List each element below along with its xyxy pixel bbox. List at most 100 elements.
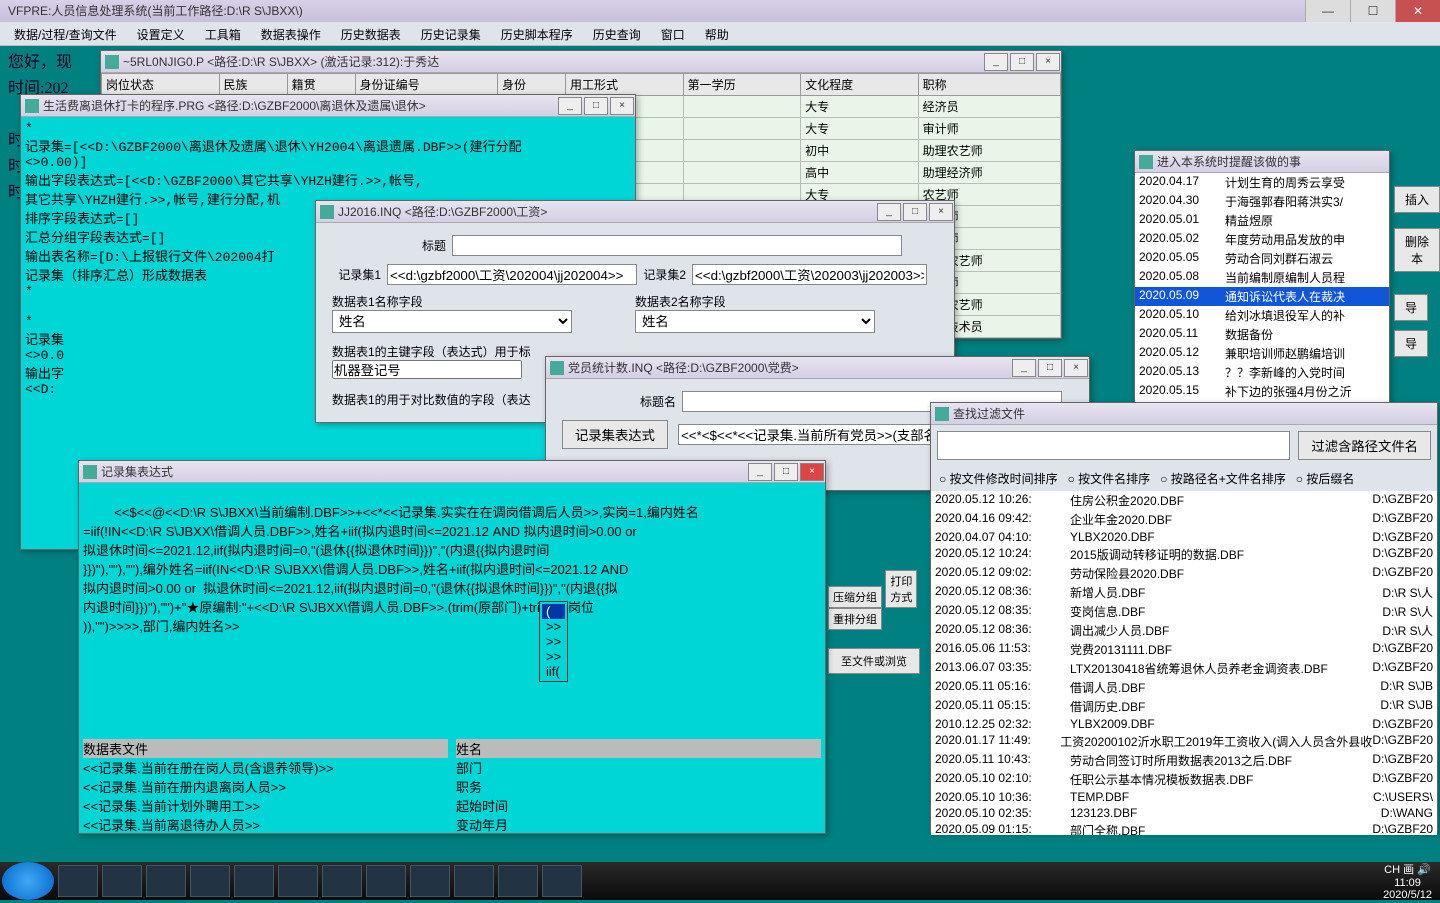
file-row[interactable]: 2020.05.11 05:15:借调历史.DBFD:\R S\JB <box>931 697 1437 716</box>
menu-item[interactable]: 帮助 <box>695 22 739 45</box>
file-row[interactable]: 2016.05.06 11:53:党费20131111.DBFD:\GZBF20 <box>931 640 1437 659</box>
menu-item[interactable]: 窗口 <box>651 22 695 45</box>
menu-item[interactable]: 历史查询 <box>583 22 651 45</box>
taskbar-icon[interactable] <box>454 865 494 897</box>
filter-button[interactable]: 过滤含路径文件名 <box>1298 431 1431 460</box>
file-row[interactable]: 2020.04.07 04:10:YLBX2020.DBFD:\GZBF20 <box>931 529 1437 545</box>
close-button[interactable]: ✕ <box>1395 0 1440 22</box>
taskbar-icon[interactable] <box>190 865 230 897</box>
to-file-button[interactable]: 至文件或浏览 <box>828 648 920 674</box>
insert-button[interactable]: 插入 <box>1394 186 1440 213</box>
taskbar-icon[interactable] <box>410 865 450 897</box>
maximize-button[interactable]: □ <box>774 463 798 481</box>
field-list[interactable]: 部门职务起始时间变动年月序号 <box>456 758 821 833</box>
reminder-row[interactable]: 2020.05.09通知诉讼代表人在裁决 <box>1135 287 1389 306</box>
system-tray[interactable]: CH 画 🔊 11:09 2020/5/12 <box>1375 859 1440 903</box>
reminder-row[interactable]: 2020.05.13？？李新峰的入党时间 <box>1135 363 1389 382</box>
sort-radio[interactable]: ○ 按文件修改时间排序 <box>939 470 1058 487</box>
minimize-button[interactable]: _ <box>984 53 1008 71</box>
reminder-row[interactable]: 2020.05.01精益煜原 <box>1135 211 1389 230</box>
key-input[interactable] <box>332 360 522 379</box>
reminder-row[interactable]: 2020.04.30于海强郭春阳蒋洪实3/ <box>1135 192 1389 211</box>
minimize-button[interactable]: _ <box>877 203 901 221</box>
menu-item[interactable]: 历史脚本程序 <box>491 22 583 45</box>
file-row[interactable]: 2020.05.10 02:35:123123.DBFD:\WANG <box>931 805 1437 821</box>
expr-button[interactable]: 记录集表达式 <box>562 420 668 449</box>
file-list[interactable]: 2020.05.12 10:26:住房公积金2020.DBFD:\GZBF202… <box>931 491 1437 835</box>
compress-button[interactable]: 压缩分组 <box>828 586 882 608</box>
reminder-list[interactable]: 2020.04.17计划生育的周秀云享受2020.04.30于海强郭春阳蒋洪实3… <box>1135 173 1389 405</box>
list-item[interactable]: 起始时间 <box>456 796 821 815</box>
start-button[interactable] <box>2 862 54 900</box>
file-row[interactable]: 2013.06.07 03:35:LTX20130418省统筹退休人员养老金调资… <box>931 659 1437 678</box>
sort-radio[interactable]: ○ 按文件名排序 <box>1068 470 1151 487</box>
menu-item[interactable]: 历史记录集 <box>411 22 491 45</box>
file-row[interactable]: 2020.05.12 08:36:调出减少人员.DBFD:\R S\人 <box>931 621 1437 640</box>
taskbar-icon[interactable] <box>278 865 318 897</box>
close-button[interactable]: × <box>929 203 953 221</box>
file-row[interactable]: 2020.05.12 08:35:变岗信息.DBFD:\R S\人 <box>931 602 1437 621</box>
menu-item[interactable]: 数据表操作 <box>251 22 331 45</box>
sort-radio[interactable]: ○ 按后缀名 <box>1296 470 1355 487</box>
list-item[interactable]: 变动年月 <box>456 815 821 833</box>
reminder-row[interactable]: 2020.04.17计划生育的周秀云享受 <box>1135 173 1389 192</box>
list-item[interactable]: <<记录集.当前在册在岗人员(含退养领导)>> <box>83 758 448 777</box>
close-button[interactable]: × <box>1064 359 1088 377</box>
file-row[interactable]: 2020.05.11 10:43:劳动合同签订时所用数据表2013之后.DBFD… <box>931 751 1437 770</box>
file-row[interactable]: 2020.05.10 02:10:任职公示基本情况模板数据表.DBFD:\GZB… <box>931 770 1437 789</box>
file-row[interactable]: 2020.04.16 09:42:企业年金2020.DBFD:\GZBF20 <box>931 510 1437 529</box>
file-row[interactable]: 2020.01.17 11:49:工资20200102沂水职工2019年工资收入… <box>931 732 1437 751</box>
taskbar-icon[interactable] <box>498 865 538 897</box>
file-row[interactable]: 2020.05.10 10:36:TEMP.DBFC:\USERS\ <box>931 789 1437 805</box>
list-item[interactable]: 部门 <box>456 758 821 777</box>
list-item[interactable]: 职务 <box>456 777 821 796</box>
close-button[interactable]: × <box>1036 53 1060 71</box>
maximize-button[interactable]: ☐ <box>1350 0 1395 22</box>
reminder-row[interactable]: 2020.05.10给刘冰填退役军人的补 <box>1135 306 1389 325</box>
file-row[interactable]: 2020.05.12 08:36:新增人员.DBFD:\R S\人 <box>931 583 1437 602</box>
menu-item[interactable]: 工具箱 <box>195 22 251 45</box>
close-button[interactable]: × <box>800 463 824 481</box>
file-row[interactable]: 2020.05.12 09:02:劳动保险县2020.DBFD:\GZBF20 <box>931 564 1437 583</box>
import-button[interactable]: 导 <box>1394 330 1428 357</box>
reminder-row[interactable]: 2020.05.08当前编制原编制人员程 <box>1135 268 1389 287</box>
taskbar-icon[interactable] <box>102 865 142 897</box>
menu-item[interactable]: 历史数据表 <box>331 22 411 45</box>
expr-input[interactable] <box>678 424 938 445</box>
minimize-button[interactable]: _ <box>558 97 582 115</box>
file-row[interactable]: 2020.05.12 10:24:2015版调动转移证明的数据.DBFD:\GZ… <box>931 545 1437 564</box>
menu-item[interactable]: 设置定义 <box>127 22 195 45</box>
datafile-list[interactable]: <<记录集.当前在册在岗人员(含退养领导)>><<记录集.当前在册内退离岗人员>… <box>83 758 448 833</box>
set2-input[interactable] <box>692 264 927 285</box>
autocomplete-popup[interactable]: (>>>>>>iif( <box>539 601 568 682</box>
sort-radio[interactable]: ○ 按路径名+文件名排序 <box>1160 470 1286 487</box>
reorder-button[interactable]: 重排分组 <box>828 608 882 630</box>
title-input[interactable] <box>452 235 902 256</box>
menu-item[interactable]: 数据/过程/查询文件 <box>4 22 127 45</box>
export-button[interactable]: 导 <box>1394 294 1428 321</box>
maximize-button[interactable]: □ <box>1010 53 1034 71</box>
name1-select[interactable]: 姓名 <box>332 310 572 333</box>
maximize-button[interactable]: □ <box>1038 359 1062 377</box>
minimize-button[interactable]: _ <box>1012 359 1036 377</box>
taskbar-icon[interactable] <box>322 865 362 897</box>
reminder-row[interactable]: 2020.05.12兼职培训师赵鹏编培训 <box>1135 344 1389 363</box>
filter-input[interactable] <box>937 431 1290 460</box>
taskbar-icon[interactable] <box>234 865 274 897</box>
list-item[interactable]: <<记录集.当前计划外聘用工>> <box>83 796 448 815</box>
reminder-row[interactable]: 2020.05.02年度劳动用品发放的申 <box>1135 230 1389 249</box>
reminder-row[interactable]: 2020.05.05劳动合同刘群石淑云 <box>1135 249 1389 268</box>
close-button[interactable]: × <box>610 97 634 115</box>
file-row[interactable]: 2020.05.11 05:16:借调人员.DBFD:\R S\JB <box>931 678 1437 697</box>
maximize-button[interactable]: □ <box>584 97 608 115</box>
reminder-row[interactable]: 2020.05.15补下边的张强4月份之沂 <box>1135 382 1389 401</box>
taskbar-icon[interactable] <box>366 865 406 897</box>
maximize-button[interactable]: □ <box>903 203 927 221</box>
reminder-row[interactable]: 2020.05.11数据备份 <box>1135 325 1389 344</box>
taskbar-icon[interactable] <box>542 865 582 897</box>
taskbar-icon[interactable] <box>58 865 98 897</box>
minimize-button[interactable]: _ <box>748 463 772 481</box>
file-row[interactable]: 2020.05.09 01:15:部门全称.DBFD:\GZBF20 <box>931 821 1437 835</box>
file-row[interactable]: 2010.12.25 02:32:YLBX2009.DBFD:\GZBF20 <box>931 716 1437 732</box>
expression-editor[interactable]: <<$<<@<<D:\R S\JBXX\当前编制.DBF>>+<<*<<记录集.… <box>79 483 825 735</box>
